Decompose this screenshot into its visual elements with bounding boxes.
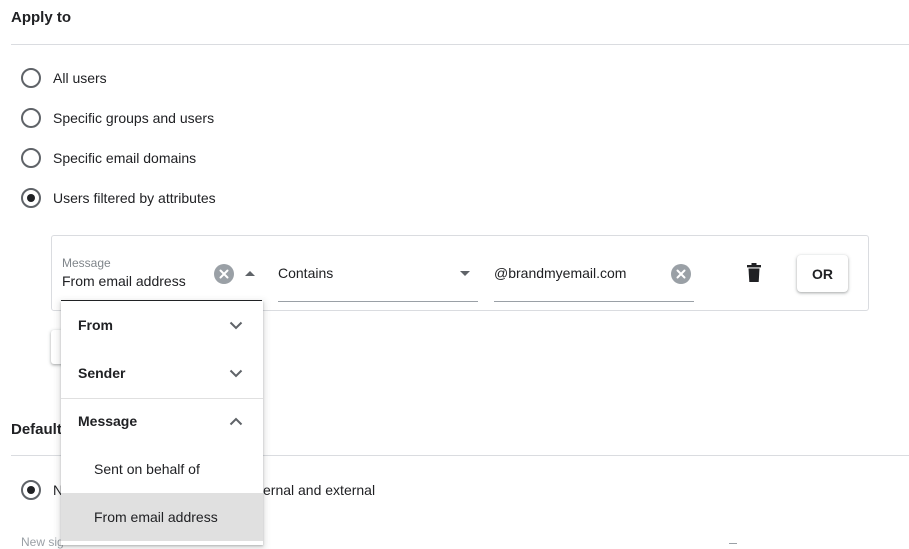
menu-group-label: Sender bbox=[78, 365, 126, 381]
trash-icon[interactable] bbox=[746, 263, 762, 288]
menu-item-sent-on-behalf-of[interactable]: Sent on behalf of bbox=[61, 445, 263, 493]
radio-users-filtered-by-attributes[interactable]: Users filtered by attributes bbox=[21, 187, 216, 209]
radio-label: Specific groups and users bbox=[53, 110, 215, 126]
operator-select-value[interactable]: Contains bbox=[278, 265, 333, 281]
radio-specific-groups-users[interactable]: Specific groups and users bbox=[21, 107, 214, 129]
apply-to-title: Apply to bbox=[11, 9, 71, 26]
radio-label-tail: ernal and external bbox=[263, 482, 376, 498]
default-section-title: Default bbox=[11, 421, 62, 438]
menu-group-message[interactable]: Message bbox=[61, 397, 263, 445]
radio-specific-email-domains[interactable]: Specific email domains bbox=[21, 147, 196, 169]
attribute-select-value[interactable]: From email address bbox=[62, 273, 186, 289]
radio-label: All users bbox=[53, 70, 107, 86]
match-value-input[interactable]: @brandmyemail.com bbox=[494, 265, 626, 281]
radio-label: Specific email domains bbox=[53, 150, 197, 166]
radio-label: Users filtered by attributes bbox=[53, 190, 216, 206]
attribute-dropdown-menu: From Sender Message Sent on behalf of Fr… bbox=[61, 301, 263, 545]
or-button[interactable]: OR bbox=[797, 255, 848, 292]
operator-select-underline bbox=[278, 301, 478, 302]
chevron-up-icon bbox=[229, 417, 243, 425]
chevron-down-icon bbox=[229, 321, 243, 329]
menu-group-from[interactable]: From bbox=[61, 301, 263, 349]
footnote-text: New sig bbox=[21, 535, 64, 549]
menu-group-sender[interactable]: Sender bbox=[61, 349, 263, 397]
clear-icon[interactable] bbox=[671, 264, 691, 289]
radio-default-option[interactable]: N bbox=[21, 479, 63, 501]
divider-fragment bbox=[729, 543, 737, 544]
clear-icon[interactable] bbox=[214, 264, 234, 289]
menu-group-label: Message bbox=[78, 413, 138, 429]
radio-button[interactable] bbox=[21, 68, 41, 88]
menu-item-from-email-address[interactable]: From email address bbox=[61, 493, 263, 541]
radio-button-checked[interactable] bbox=[21, 480, 41, 500]
radio-button-checked[interactable] bbox=[21, 188, 41, 208]
radio-button[interactable] bbox=[21, 148, 41, 168]
radio-button[interactable] bbox=[21, 108, 41, 128]
menu-group-label: From bbox=[78, 317, 113, 333]
match-value-underline bbox=[494, 301, 694, 302]
chevron-down-icon bbox=[229, 369, 243, 377]
caret-down-icon[interactable] bbox=[460, 271, 470, 276]
attribute-select-label: Message bbox=[62, 256, 111, 270]
caret-up-icon[interactable] bbox=[245, 271, 255, 276]
section-divider bbox=[11, 44, 909, 45]
radio-all-users[interactable]: All users bbox=[21, 67, 107, 89]
